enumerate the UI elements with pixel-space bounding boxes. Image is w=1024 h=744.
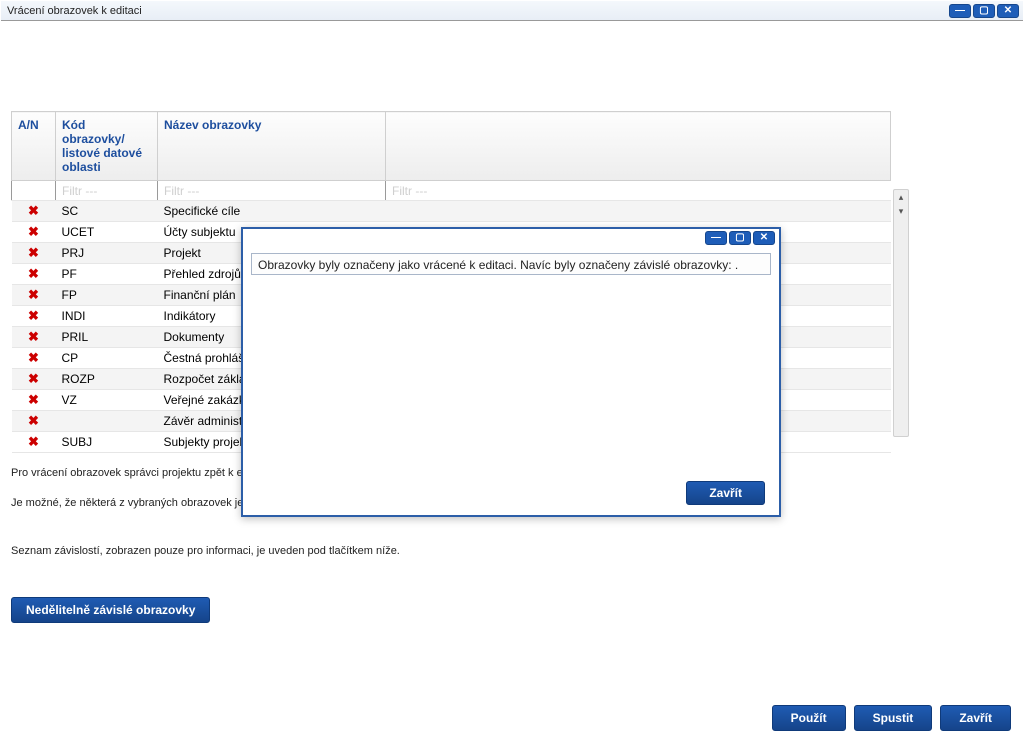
- cell-kod: UCET: [56, 222, 158, 243]
- dependent-button-wrap: Nedělitelně závislé obrazovky: [11, 597, 1017, 623]
- window-title: Vrácení obrazovek k editaci: [7, 5, 142, 17]
- status-x-icon: ✖: [18, 371, 50, 387]
- table-scrollbar[interactable]: ▴ ▾: [893, 189, 909, 437]
- minimize-icon: —: [955, 6, 965, 16]
- footer-bar: Použít Spustit Zavřít: [772, 705, 1011, 731]
- scroll-up-icon: ▴: [894, 190, 908, 204]
- minimize-icon: —: [711, 233, 721, 243]
- cell-kod: ROZP: [56, 369, 158, 390]
- dialog-close-button[interactable]: Zavřít: [686, 481, 765, 505]
- status-x-icon: ✖: [18, 287, 50, 303]
- message-dialog: — ▢ ✕ Obrazovky byly označeny jako vráce…: [241, 227, 781, 517]
- dependent-screens-button[interactable]: Nedělitelně závislé obrazovky: [11, 597, 210, 623]
- cell-kod: PRJ: [56, 243, 158, 264]
- maximize-icon: ▢: [979, 6, 988, 16]
- minimize-button[interactable]: —: [949, 4, 971, 18]
- status-x-icon: ✖: [18, 245, 50, 261]
- col-header-nazev[interactable]: Název obrazovky: [158, 112, 386, 181]
- table-row[interactable]: ✖ SC Specifické cíle: [12, 201, 891, 222]
- dialog-minimize-button[interactable]: —: [705, 231, 727, 245]
- cell-kod: VZ: [56, 390, 158, 411]
- status-x-icon: ✖: [18, 224, 50, 240]
- dialog-maximize-button[interactable]: ▢: [729, 231, 751, 245]
- dialog-close-x-button[interactable]: ✕: [753, 231, 775, 245]
- filter-row: Filtr --- Filtr --- Filtr ---: [12, 181, 891, 201]
- status-x-icon: ✖: [18, 392, 50, 408]
- cell-kod: [56, 411, 158, 432]
- dialog-titlebar: — ▢ ✕: [243, 229, 779, 247]
- maximize-icon: ▢: [735, 233, 744, 243]
- col-header-an[interactable]: A/N: [12, 112, 56, 181]
- status-x-icon: ✖: [18, 308, 50, 324]
- status-x-icon: ✖: [18, 329, 50, 345]
- filter-an[interactable]: [12, 181, 56, 201]
- cell-kod: PRIL: [56, 327, 158, 348]
- filter-kod[interactable]: Filtr ---: [56, 181, 158, 201]
- status-x-icon: ✖: [18, 266, 50, 282]
- dialog-footer: Zavřít: [251, 477, 771, 507]
- cell-kod: CP: [56, 348, 158, 369]
- close-icon: ✕: [760, 233, 768, 243]
- window-controls: — ▢ ✕: [949, 4, 1019, 18]
- run-button[interactable]: Spustit: [854, 705, 933, 731]
- status-x-icon: ✖: [18, 203, 50, 219]
- cell-kod: SUBJ: [56, 432, 158, 453]
- status-x-icon: ✖: [18, 434, 50, 450]
- main-window: Vrácení obrazovek k editaci — ▢ ✕ A/N Kó…: [0, 0, 1024, 744]
- status-x-icon: ✖: [18, 413, 50, 429]
- col-header-empty: [386, 112, 891, 181]
- filter-nazev[interactable]: Filtr ---: [158, 181, 386, 201]
- cell-kod: FP: [56, 285, 158, 306]
- filter-extra[interactable]: Filtr ---: [386, 181, 891, 201]
- cell-kod: PF: [56, 264, 158, 285]
- close-icon: ✕: [1004, 6, 1012, 16]
- info-line-3: Seznam závislostí, zobrazen pouze pro in…: [11, 545, 1017, 557]
- close-button[interactable]: ✕: [997, 4, 1019, 18]
- dialog-message: Obrazovky byly označeny jako vrácené k e…: [251, 253, 771, 275]
- dialog-body: Obrazovky byly označeny jako vrácené k e…: [243, 247, 779, 515]
- close-button-footer[interactable]: Zavřít: [940, 705, 1011, 731]
- cell-kod: SC: [56, 201, 158, 222]
- status-x-icon: ✖: [18, 350, 50, 366]
- apply-button[interactable]: Použít: [772, 705, 846, 731]
- table-header-row: A/N Kód obrazovky/ listové datové oblast…: [12, 112, 891, 181]
- cell-nazev: Specifické cíle: [158, 201, 386, 222]
- col-header-kod[interactable]: Kód obrazovky/ listové datové oblasti: [56, 112, 158, 181]
- maximize-button[interactable]: ▢: [973, 4, 995, 18]
- titlebar: Vrácení obrazovek k editaci — ▢ ✕: [1, 1, 1023, 21]
- cell-kod: INDI: [56, 306, 158, 327]
- scroll-down-icon: ▾: [894, 204, 908, 218]
